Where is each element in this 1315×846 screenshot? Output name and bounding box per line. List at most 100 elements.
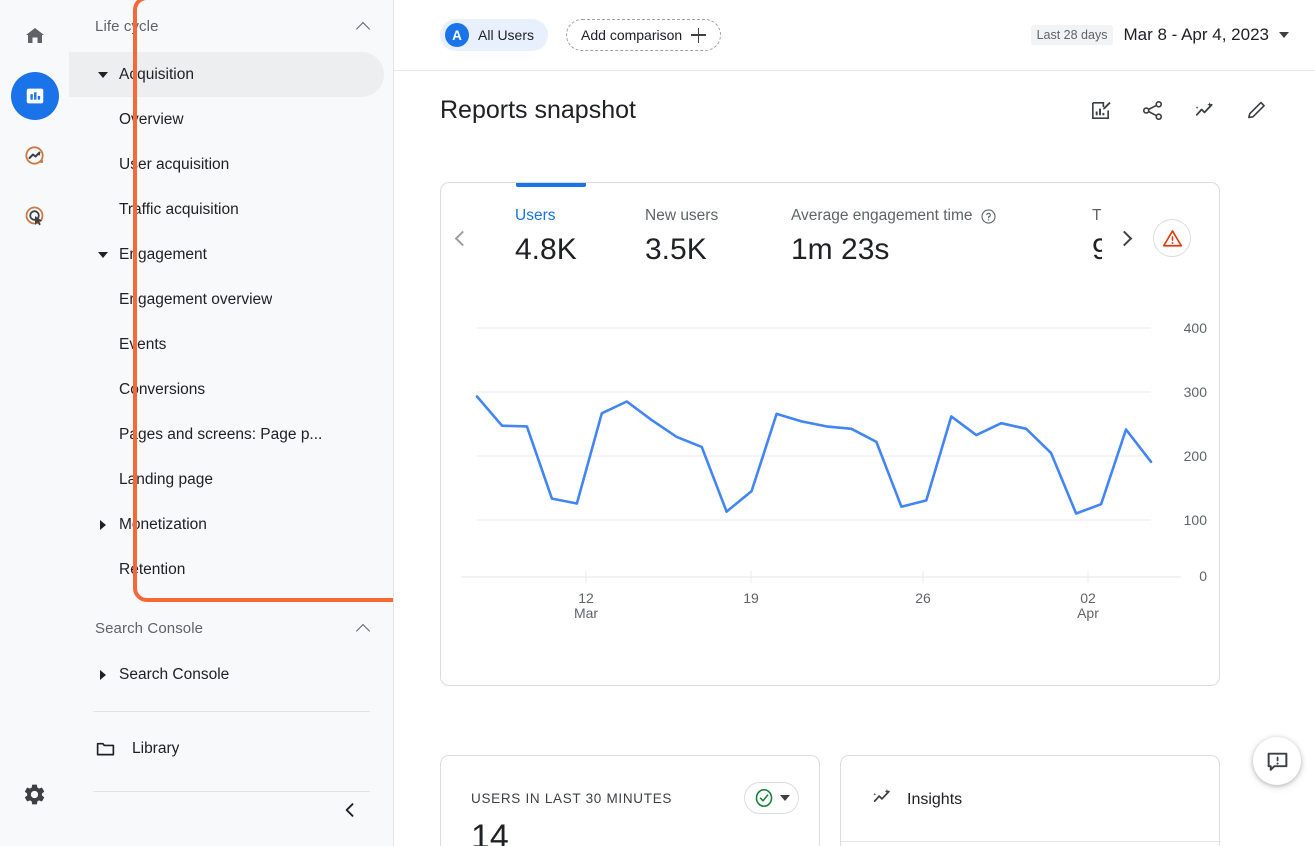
snapshot-card: Users 4.8K New users 3.5K Average engage… [440, 182, 1220, 686]
x-tick-value: 26 [915, 590, 931, 606]
sidebar-item-label: Search Console [119, 665, 230, 683]
caret-down-icon[interactable] [780, 795, 790, 801]
caret-down-icon[interactable] [1279, 32, 1289, 38]
date-range-label: Mar 8 - Apr 4, 2023 [1123, 25, 1269, 44]
chevron-up-icon[interactable] [356, 18, 372, 34]
rail-item-admin[interactable] [11, 770, 59, 818]
rail-item-home[interactable] [11, 12, 59, 60]
chart-svg [461, 327, 1181, 583]
page-header-row: Reports snapshot [394, 71, 1315, 127]
x-axis-tick: 02 Apr [1058, 591, 1118, 621]
insights-icon[interactable] [1187, 93, 1221, 127]
customize-report-icon[interactable] [1083, 93, 1117, 127]
realtime-status-dropdown[interactable] [744, 782, 799, 814]
section-header-search-console[interactable]: Search Console [69, 604, 393, 652]
metric-average-engagement-time[interactable]: Average engagement time 1m 23s [791, 207, 997, 267]
sidebar-item-traffic-acquisition[interactable]: Traffic acquisition [69, 187, 384, 232]
app-root: Life cycle Acquisition Overview User acq… [0, 0, 1315, 846]
sidebar-item-landing-page[interactable]: Landing page [69, 457, 384, 502]
lifecycle-group: Life cycle Acquisition Overview User acq… [69, 0, 393, 604]
sidebar-item-pages-and-screens[interactable]: Pages and screens: Page p... [69, 412, 384, 457]
sidebar-item-acquisition[interactable]: Acquisition [69, 52, 384, 97]
rail-item-explore[interactable] [11, 132, 59, 180]
metric-partial-next[interactable]: T 9 [1092, 207, 1102, 267]
edit-pencil-icon[interactable] [1239, 93, 1273, 127]
page-title: Reports snapshot [440, 95, 636, 124]
metric-value: 3.5K [645, 233, 707, 266]
sidebar-item-monetization[interactable]: Monetization [69, 502, 384, 547]
chevron-up-icon[interactable] [356, 620, 372, 636]
sidebar-item-library[interactable]: Library [69, 726, 384, 771]
rail-item-reports[interactable] [10, 72, 59, 120]
sidebar-item-user-acquisition[interactable]: User acquisition [69, 142, 384, 187]
sidebar-item-search-console[interactable]: Search Console [69, 652, 384, 697]
x-tick-sub: Mar [573, 605, 599, 621]
y-axis-tick: 300 [1183, 384, 1207, 400]
plus-icon [691, 27, 707, 43]
date-range-picker[interactable]: Last 28 days Mar 8 - Apr 4, 2023 [1030, 25, 1289, 45]
metric-row: Users 4.8K New users 3.5K Average engage… [441, 207, 1219, 297]
y-axis-tick: 200 [1183, 448, 1207, 464]
add-comparison-button[interactable]: Add comparison [566, 19, 722, 51]
metric-label: Users [515, 207, 556, 224]
check-circle-icon [755, 788, 773, 808]
metric-label: T [1092, 207, 1102, 224]
realtime-users-value: 14 [471, 818, 509, 846]
date-preset-badge: Last 28 days [1030, 25, 1114, 45]
triangle-right-icon[interactable] [95, 519, 111, 530]
metric-new-users[interactable]: New users 3.5K [645, 207, 718, 267]
audience-chip-all-users[interactable]: A All Users [440, 19, 549, 51]
metric-label: Average engagement time [791, 207, 997, 225]
sidebar-item-retention[interactable]: Retention [69, 547, 384, 592]
rail-item-advertising[interactable] [11, 192, 59, 240]
realtime-card-title: USERS IN LAST 30 MINUTES [471, 790, 673, 806]
metric-users[interactable]: Users 4.8K [515, 207, 577, 267]
sidebar-item-overview[interactable]: Overview [69, 97, 384, 142]
sidebar-item-label: Events [119, 335, 167, 353]
sidebar-item-label: Monetization [119, 515, 207, 533]
sidebar-item-label: Engagement [119, 245, 207, 263]
triangle-down-icon[interactable] [95, 251, 111, 258]
advertising-target-icon [25, 206, 43, 226]
triangle-down-icon[interactable] [95, 71, 111, 78]
folder-icon [95, 738, 116, 759]
insights-card: Insights [840, 755, 1220, 846]
help-circle-icon[interactable] [980, 208, 997, 225]
sidebar-item-conversions[interactable]: Conversions [69, 367, 384, 412]
sidebar-item-label: Landing page [119, 470, 213, 488]
nav-divider [93, 711, 370, 712]
insights-sparkle-icon [871, 786, 893, 813]
avatar: A [445, 23, 469, 47]
realtime-users-card: USERS IN LAST 30 MINUTES 14 [440, 755, 820, 846]
triangle-right-icon[interactable] [95, 669, 111, 680]
data-warning-badge[interactable] [1153, 219, 1191, 257]
sidebar-item-engagement-overview[interactable]: Engagement overview [69, 277, 384, 322]
x-axis-tick: 12 Mar [556, 591, 616, 621]
metric-value: 9 [1092, 233, 1102, 267]
metric-value: 4.8K [515, 233, 577, 266]
users-line-chart: 400 300 200 100 0 12 Mar 19 26 02 Apr [441, 303, 1219, 683]
section-header-life-cycle[interactable]: Life cycle [69, 0, 393, 52]
home-icon [25, 28, 44, 43]
gear-icon [24, 784, 45, 804]
collapse-nav-button[interactable] [335, 795, 365, 825]
reports-bar-chart-icon [26, 88, 43, 104]
sidebar-item-label: Library [132, 739, 180, 757]
y-axis-tick: 0 [1199, 568, 1207, 584]
sidebar-item-engagement[interactable]: Engagement [69, 232, 384, 277]
sidebar-item-label: Retention [119, 560, 186, 578]
share-icon[interactable] [1135, 93, 1169, 127]
sidebar-item-events[interactable]: Events [69, 322, 384, 367]
sidebar-item-label: Pages and screens: Page p... [119, 425, 323, 443]
x-tick-value: 02 [1080, 590, 1096, 606]
x-tick-value: 19 [743, 590, 759, 606]
y-axis-tick: 100 [1183, 512, 1207, 528]
feedback-button[interactable] [1253, 737, 1301, 785]
sidebar-item-label: Overview [119, 110, 184, 128]
main-content: A All Users Add comparison Last 28 days … [394, 0, 1315, 846]
section-title-search-console: Search Console [95, 619, 204, 637]
sidebar-item-label: Acquisition [119, 65, 194, 83]
section-title-life-cycle: Life cycle [95, 17, 159, 35]
audience-chip-label: All Users [478, 27, 535, 43]
page-actions [1083, 93, 1273, 127]
